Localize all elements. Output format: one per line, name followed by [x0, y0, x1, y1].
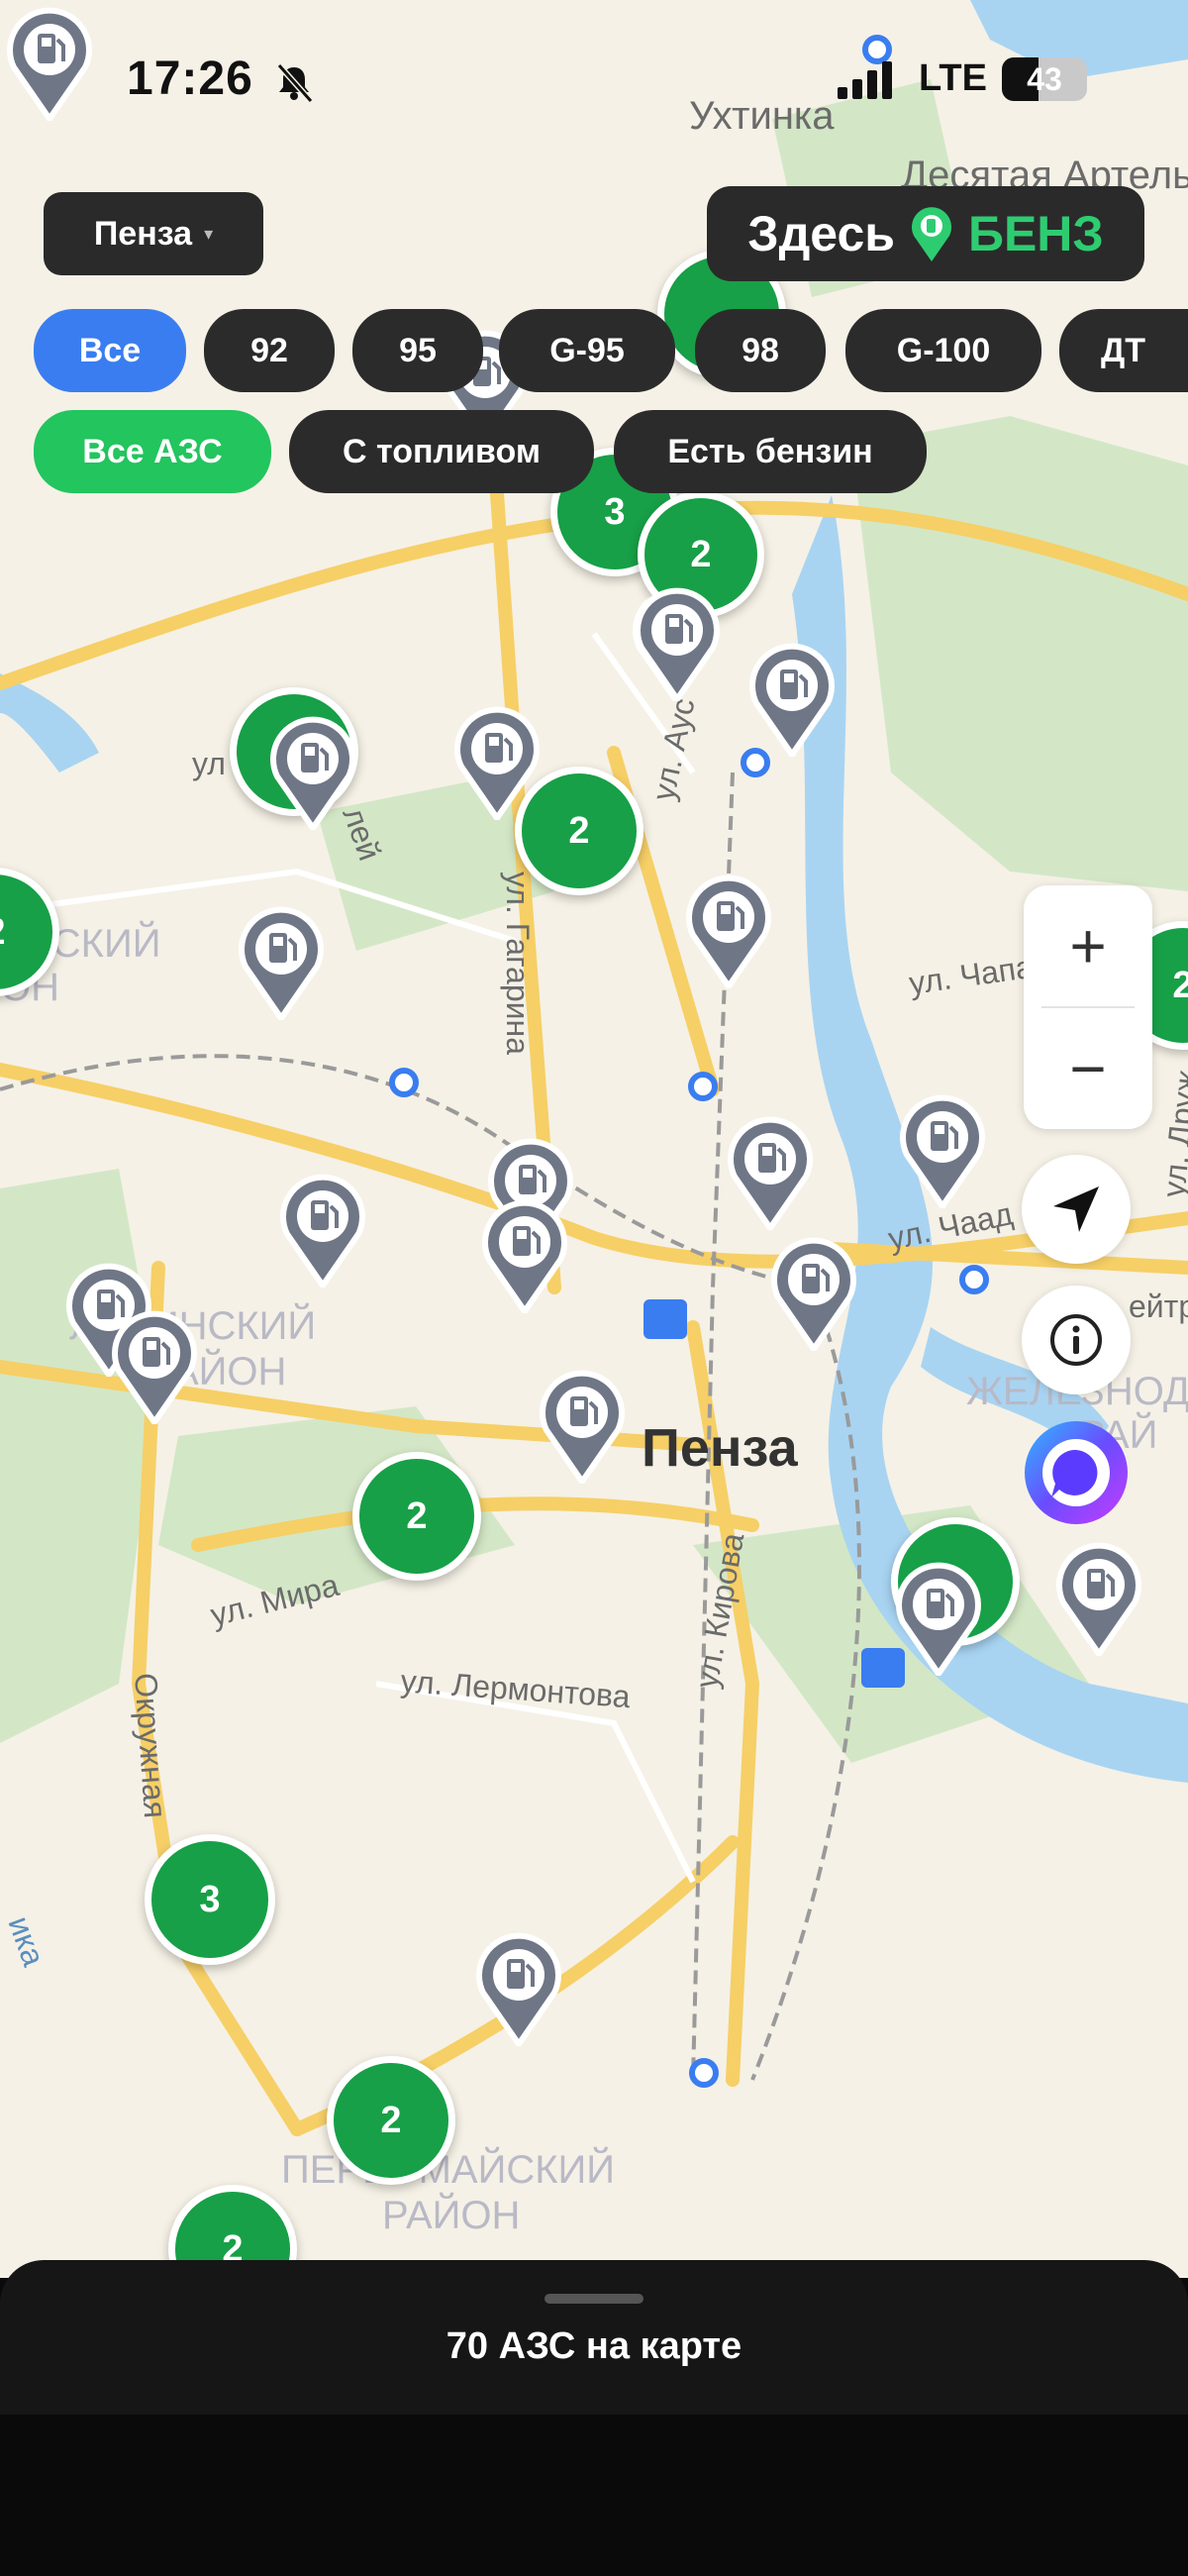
stations-count: 70 АЗС на карте — [446, 2325, 742, 2367]
fuel-filter-g95[interactable]: G-95 — [499, 309, 675, 392]
fuel-pin[interactable] — [746, 640, 838, 761]
label-river: ика — [1, 1911, 51, 1971]
fuel-pin[interactable] — [1053, 1539, 1144, 1660]
location-pin-icon — [912, 207, 952, 261]
brand-word-1: Здесь — [747, 206, 896, 261]
station-cluster[interactable]: 2 — [515, 767, 644, 895]
battery-level: 43 — [1027, 61, 1062, 97]
fuel-pin[interactable] — [893, 1559, 984, 1680]
station-filter-all[interactable]: Все АЗС — [34, 410, 271, 493]
label-district-south2: РАЙОН — [382, 2192, 520, 2237]
fuel-pin[interactable] — [109, 1307, 200, 1428]
label-street-aus: ул. Аус — [645, 695, 702, 804]
fuel-filter-diesel[interactable]: ДТ — [1059, 309, 1188, 392]
bell-muted-icon — [276, 63, 314, 103]
fuel-pin[interactable] — [473, 1929, 564, 2050]
fuel-filter-92[interactable]: 92 — [204, 309, 335, 392]
signal-icon — [838, 61, 892, 99]
label-street-okruzhnaya: Окружная — [128, 1672, 173, 1819]
brand-logo: Здесь БЕНЗ — [707, 186, 1144, 281]
zoom-controls: + − — [1024, 885, 1152, 1129]
zoom-out-button[interactable]: − — [1024, 1008, 1152, 1129]
status-bar: 17:26 LTE 43 — [0, 0, 1188, 149]
fuel-filter-diesel-label: ДТ — [1101, 331, 1145, 369]
fuel-pin[interactable] — [632, 584, 723, 705]
label-street-eitr: ейтр — [1129, 1288, 1188, 1324]
fuel-filter-all[interactable]: Все — [34, 309, 186, 392]
zoom-in-button[interactable]: + — [1024, 885, 1152, 1006]
station-filter-with-fuel[interactable]: С топливом — [289, 410, 594, 493]
station-cluster[interactable]: 2 — [327, 2056, 455, 2185]
station-cluster[interactable]: 3 — [145, 1834, 275, 1965]
info-icon — [1050, 1314, 1102, 1366]
navigation-arrow-icon — [1053, 1186, 1099, 1232]
fuel-pin[interactable] — [897, 1091, 988, 1212]
bottom-area — [0, 2415, 1188, 2576]
screen: Ухтинка Десятая Артель Пенза ЙСКИЙ ОН ЛЕ… — [0, 0, 1188, 2576]
label-city: Пенза — [642, 1418, 799, 1478]
chevron-down-icon: ▾ — [204, 223, 214, 244]
bottom-sheet[interactable]: 70 АЗС на карте — [0, 2260, 1188, 2415]
network-type: LTE — [919, 57, 987, 99]
fuel-pin[interactable] — [277, 1171, 368, 1291]
fuel-filter-95[interactable]: 95 — [352, 309, 483, 392]
station-cluster[interactable]: 2 — [352, 1452, 481, 1581]
label-street-gagarina: ул. Гагарина — [500, 872, 536, 1055]
status-time: 17:26 — [127, 52, 253, 105]
fuel-filter-g100[interactable]: G-100 — [845, 309, 1041, 392]
fuel-pin[interactable] — [236, 903, 327, 1024]
label-street-chapaeva: ул. Чапа — [907, 949, 1036, 1001]
fuel-pin[interactable] — [725, 1113, 816, 1234]
fuel-pin[interactable] — [267, 713, 358, 834]
label-district-south: ПЕРВОМАЙСКИЙ — [281, 2146, 615, 2192]
fuel-filter-98[interactable]: 98 — [695, 309, 826, 392]
brand-word-2: БЕНЗ — [968, 206, 1104, 261]
label-street-ul: ул — [192, 746, 226, 781]
station-filter-has-petrol[interactable]: Есть бензин — [614, 410, 927, 493]
fuel-pin[interactable] — [479, 1196, 570, 1317]
fuel-pin[interactable] — [768, 1234, 859, 1355]
city-selector-label: Пенза — [93, 214, 193, 253]
info-button[interactable] — [1022, 1286, 1131, 1394]
fuel-pin[interactable] — [537, 1367, 628, 1488]
drag-handle[interactable] — [544, 2294, 644, 2304]
locate-me-button[interactable] — [1022, 1155, 1131, 1264]
label-street-druzh: ул. Друж — [1155, 1068, 1188, 1198]
fuel-pin[interactable] — [683, 872, 774, 992]
city-selector[interactable]: Пенза ▾ — [44, 192, 263, 275]
assistant-icon[interactable] — [1022, 1418, 1131, 1527]
battery-icon: 43 — [1002, 57, 1087, 101]
